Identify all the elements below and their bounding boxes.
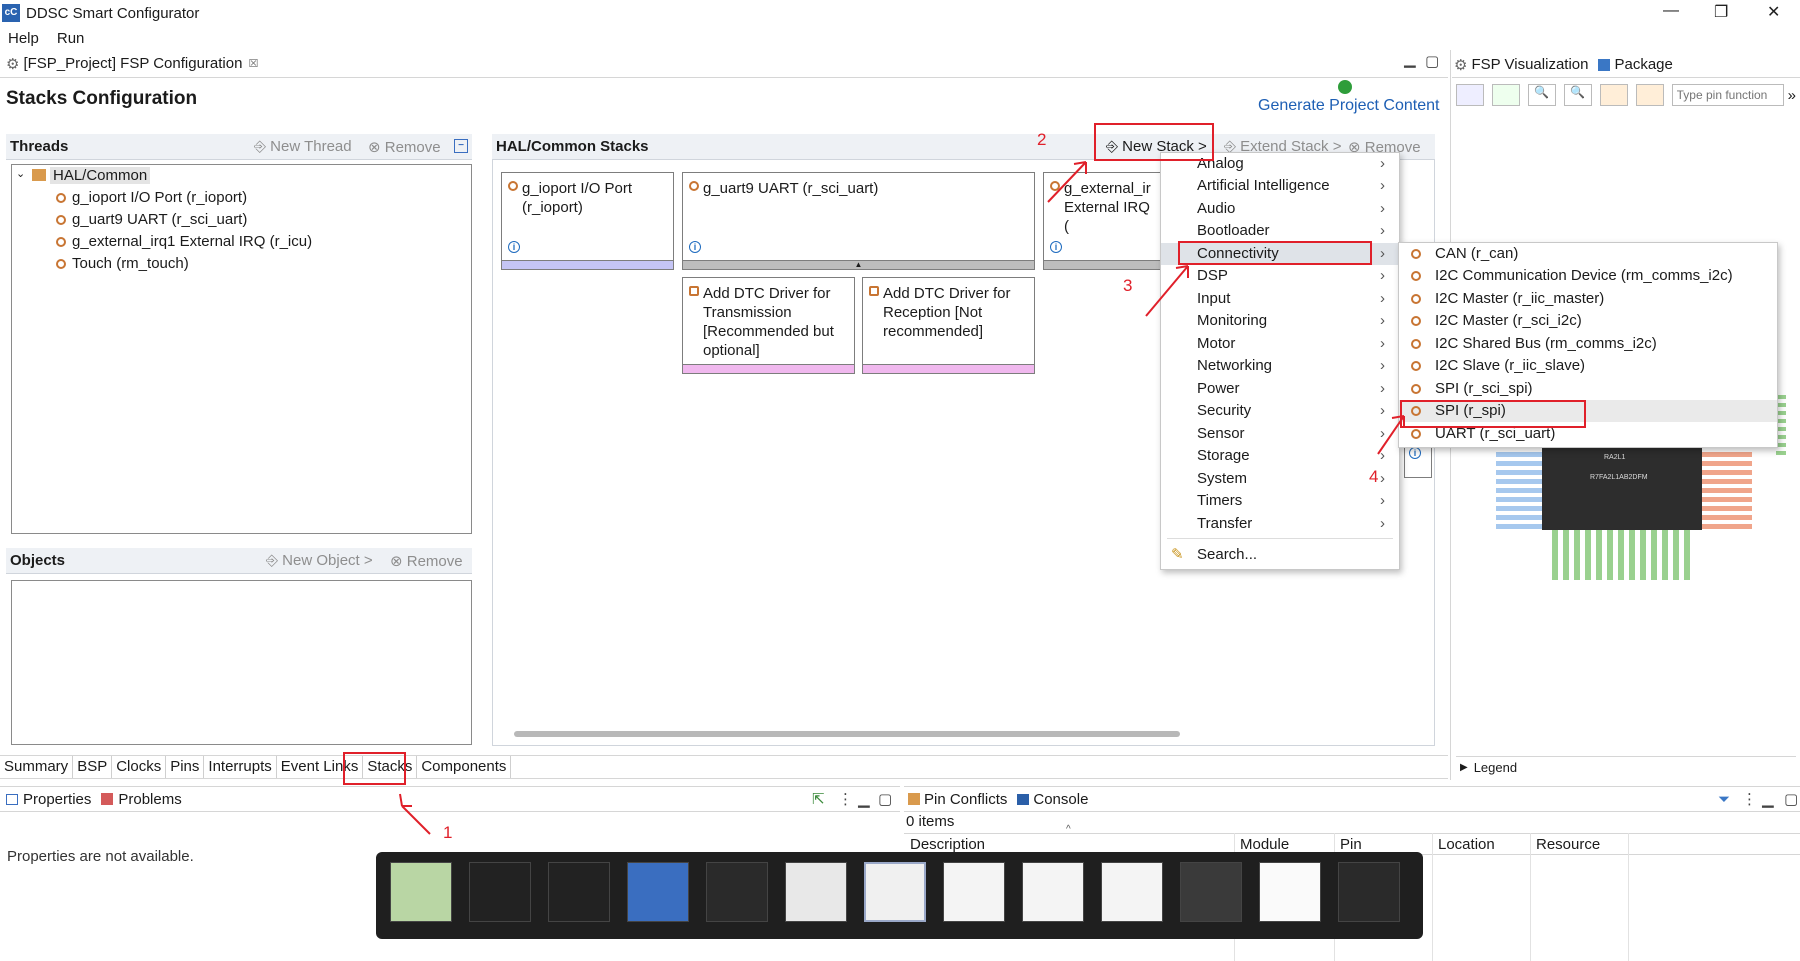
arrow-2: [1047, 161, 1087, 203]
arrow-4: [1377, 415, 1405, 455]
annotation-arrows: [399, 161, 1405, 835]
arrow-3: [1145, 265, 1189, 317]
arrow-1: [399, 793, 431, 835]
